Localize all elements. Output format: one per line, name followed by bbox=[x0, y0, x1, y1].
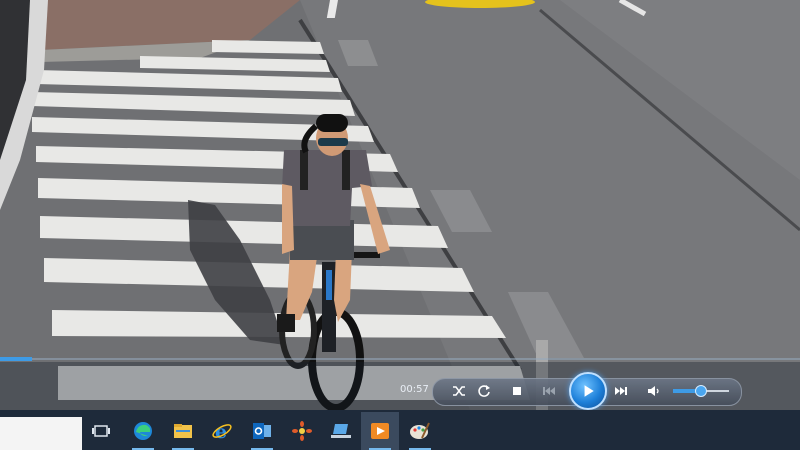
task-view-icon bbox=[92, 425, 110, 437]
file-explorer-button[interactable] bbox=[164, 412, 202, 450]
app-laptop-button[interactable] bbox=[322, 412, 360, 450]
mute-button[interactable] bbox=[644, 381, 664, 401]
play-icon bbox=[584, 385, 594, 397]
media-player-icon bbox=[371, 423, 389, 439]
task-view-button[interactable] bbox=[82, 412, 120, 450]
edge-button[interactable] bbox=[124, 412, 162, 450]
repeat-icon bbox=[478, 385, 490, 397]
stop-icon bbox=[513, 387, 521, 395]
shuffle-button[interactable] bbox=[449, 381, 469, 401]
stop-button[interactable] bbox=[507, 381, 527, 401]
folder-icon bbox=[174, 424, 192, 438]
internet-explorer-button[interactable]: e bbox=[203, 412, 241, 450]
taskbar-search-input[interactable] bbox=[0, 417, 82, 450]
media-player-button[interactable] bbox=[361, 412, 399, 450]
ie-icon: e bbox=[212, 421, 232, 442]
flower-icon bbox=[292, 421, 312, 441]
play-button[interactable] bbox=[569, 372, 607, 410]
elapsed-time: 00:57 bbox=[400, 384, 429, 395]
edge-icon bbox=[134, 422, 152, 440]
paint-button[interactable] bbox=[401, 412, 439, 450]
app-flower-button[interactable] bbox=[283, 412, 321, 450]
outlook-button[interactable] bbox=[243, 412, 281, 450]
seek-progress bbox=[0, 357, 32, 361]
speaker-icon bbox=[648, 386, 659, 396]
playback-controls: 00:57 bbox=[0, 362, 800, 410]
volume-slider[interactable] bbox=[673, 385, 729, 397]
street-scene-image bbox=[0, 0, 800, 410]
taskbar: e bbox=[0, 410, 800, 450]
seek-track[interactable] bbox=[0, 358, 800, 360]
video-frame[interactable] bbox=[0, 0, 800, 410]
volume-thumb[interactable] bbox=[694, 385, 707, 397]
next-button[interactable] bbox=[611, 381, 631, 401]
svg-text:e: e bbox=[215, 421, 227, 442]
previous-button[interactable] bbox=[539, 381, 559, 401]
shuffle-icon bbox=[453, 386, 465, 396]
repeat-button[interactable] bbox=[474, 381, 494, 401]
paint-icon bbox=[410, 422, 430, 439]
laptop-icon bbox=[331, 424, 351, 438]
next-icon bbox=[615, 387, 627, 395]
outlook-icon bbox=[253, 423, 271, 439]
previous-icon bbox=[543, 387, 555, 395]
